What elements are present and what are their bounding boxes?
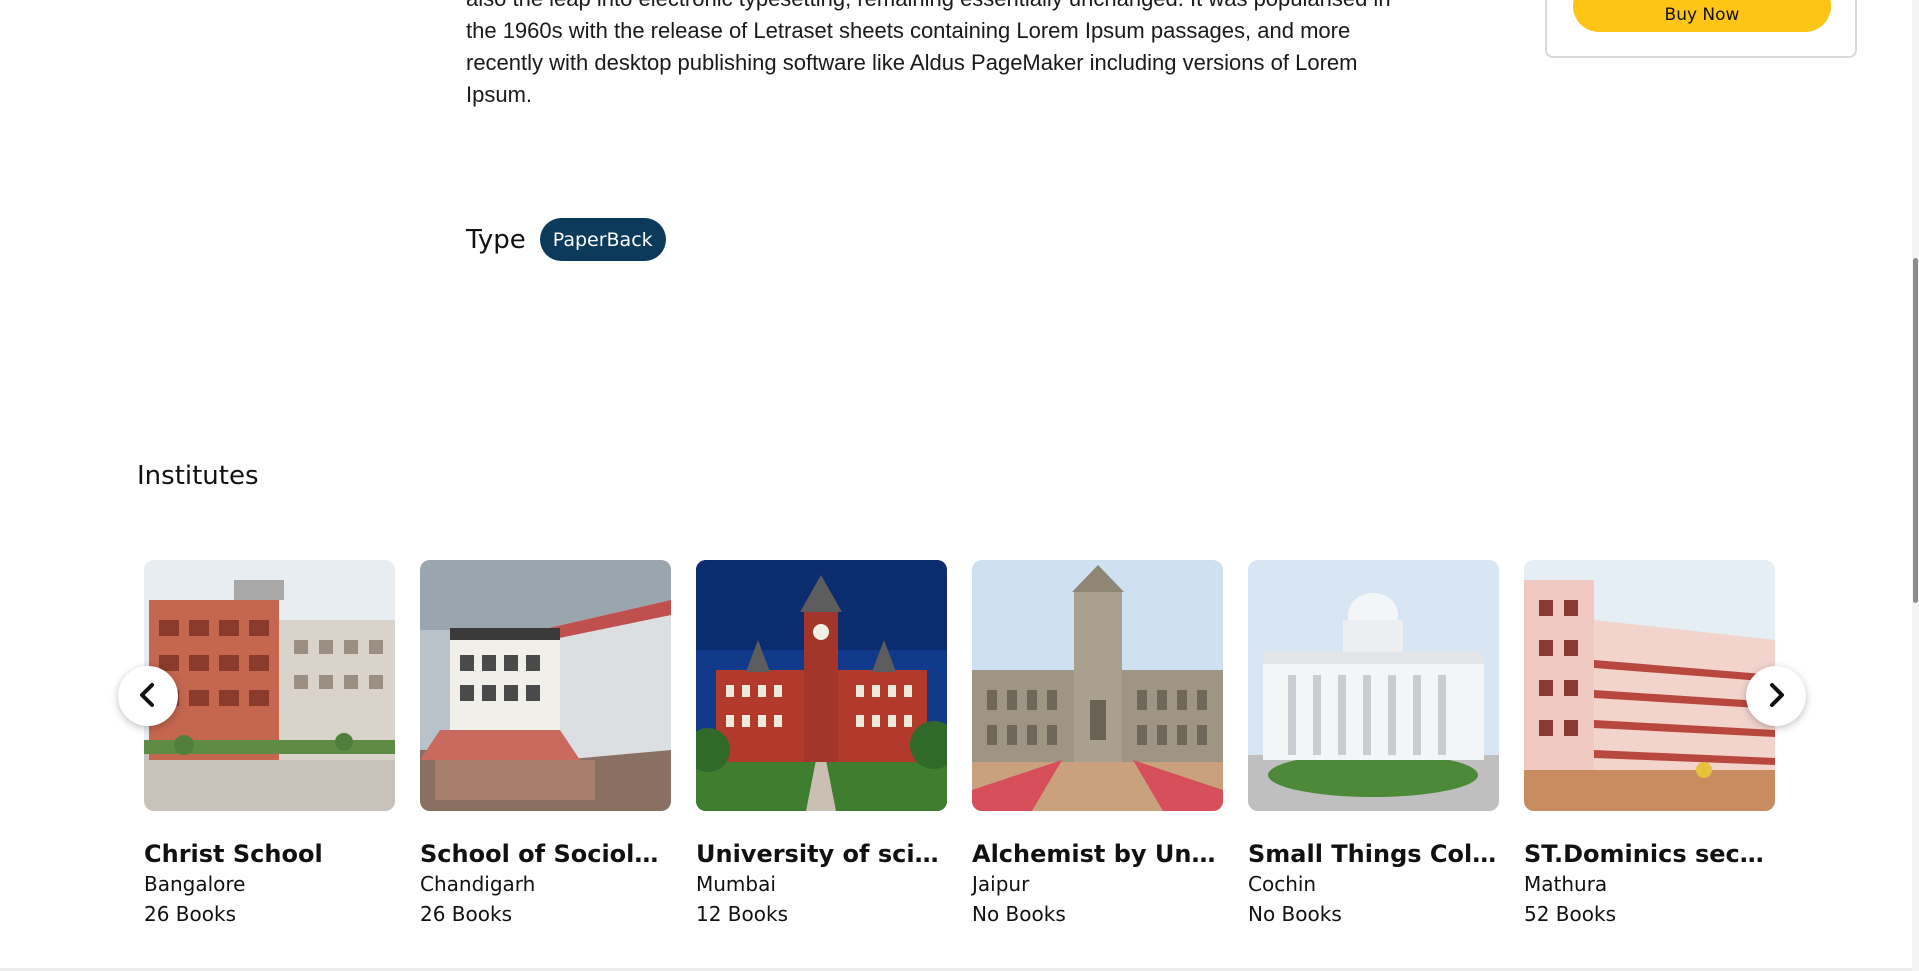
- carousel-next-button[interactable]: [1746, 666, 1806, 726]
- book-description: also the leap into electronic typesettin…: [466, 0, 1396, 111]
- institute-name: Alchemist by Univ...: [972, 840, 1223, 868]
- institute-name: School of Sociology: [420, 840, 671, 868]
- institute-card[interactable]: School of Sociology Chandigarh 26 Books: [420, 560, 671, 940]
- type-label: Type: [466, 224, 526, 255]
- description-line: the 1960s with the release of Letraset s…: [466, 18, 1351, 43]
- institute-image: [1524, 560, 1775, 811]
- institute-name: Christ School: [144, 840, 323, 868]
- institute-name: University of scien...: [696, 840, 947, 868]
- institute-card[interactable]: University of scien... Mumbai 12 Books: [696, 560, 947, 940]
- buy-now-button[interactable]: Buy Now: [1573, 0, 1831, 32]
- carousel-prev-button[interactable]: [118, 666, 178, 726]
- institute-city: Bangalore: [144, 872, 246, 896]
- institute-book-count: No Books: [1248, 902, 1342, 926]
- institute-name: ST.Dominics secon...: [1524, 840, 1775, 868]
- institute-book-count: 12 Books: [696, 902, 789, 926]
- purchase-panel: Buy Now: [1545, 0, 1857, 58]
- institute-city: Jaipur: [972, 872, 1030, 896]
- institutes-heading: Institutes: [137, 461, 259, 491]
- institute-city: Chandigarh: [420, 872, 536, 896]
- institute-card[interactable]: Christ School Bangalore 26 Books: [144, 560, 395, 940]
- chevron-right-icon: [1765, 682, 1787, 711]
- institute-image: [1248, 560, 1499, 811]
- institute-name: Small Things Colle...: [1248, 840, 1499, 868]
- institute-image: [972, 560, 1223, 811]
- description-line: recently with desktop publishing softwar…: [466, 50, 1358, 75]
- description-line: Ipsum.: [466, 82, 533, 107]
- institute-card[interactable]: Alchemist by Univ... Jaipur No Books: [972, 560, 1223, 940]
- institute-image: [696, 560, 947, 811]
- type-row: Type PaperBack: [466, 218, 666, 261]
- institute-city: Mathura: [1524, 872, 1608, 896]
- scrollbar-thumb[interactable]: [1913, 258, 1918, 603]
- institute-cards: Christ School Bangalore 26 Books School …: [144, 560, 1775, 940]
- institute-book-count: No Books: [972, 902, 1066, 926]
- chevron-left-icon: [137, 682, 159, 711]
- type-chip-paperback[interactable]: PaperBack: [539, 218, 666, 261]
- institute-city: Mumbai: [696, 872, 776, 896]
- institute-book-count: 52 Books: [1524, 902, 1617, 926]
- institutes-carousel: Christ School Bangalore 26 Books School …: [118, 560, 1806, 940]
- institute-image: [420, 560, 671, 811]
- page-scrollbar[interactable]: [1912, 0, 1919, 971]
- institute-city: Cochin: [1248, 872, 1317, 896]
- institute-card[interactable]: Small Things Colle... Cochin No Books: [1248, 560, 1499, 940]
- page: also the leap into electronic typesettin…: [0, 0, 1919, 971]
- description-line: also the leap into electronic typesettin…: [466, 0, 1396, 15]
- institute-book-count: 26 Books: [420, 902, 513, 926]
- institute-image: [144, 560, 395, 811]
- institute-book-count: 26 Books: [144, 902, 237, 926]
- institute-card[interactable]: ST.Dominics secon... Mathura 52 Books: [1524, 560, 1775, 940]
